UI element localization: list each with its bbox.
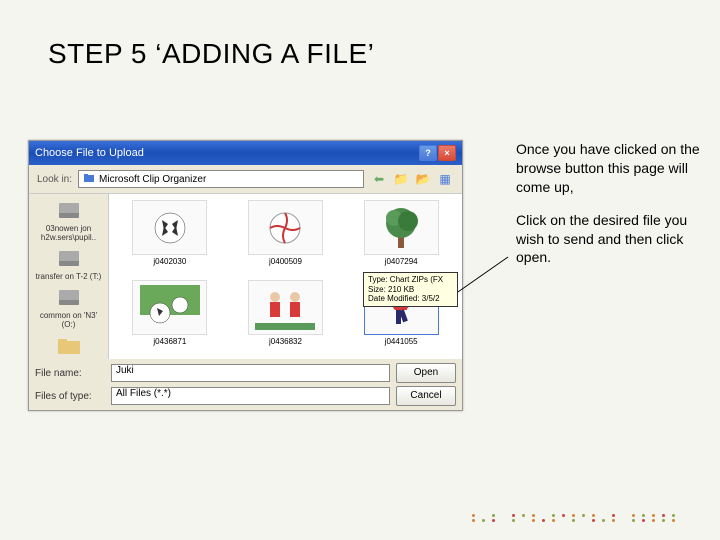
lookin-label: Look in: (37, 174, 72, 185)
filetype-label: Files of type: (35, 391, 105, 402)
slide-title: STEP 5 ‘ADDING A FILE’ (0, 0, 720, 70)
dialog-title: Choose File to Upload (35, 147, 144, 159)
places-sidebar: 03nowen jon h2w.sers\pupil.. transfer on… (29, 194, 109, 359)
file-name: j0407294 (385, 257, 418, 266)
views-icon[interactable]: ▦ (436, 170, 454, 188)
cancel-button[interactable]: Cancel (396, 386, 456, 406)
file-name: j0441055 (385, 337, 418, 346)
help-button[interactable]: ? (419, 145, 437, 161)
decorative-dots-icon (472, 514, 690, 522)
sidebar-item[interactable]: common on 'N3' (O:) (31, 285, 106, 331)
lookin-dropdown[interactable]: Microsoft Clip Organizer (78, 170, 364, 188)
file-item[interactable]: j0402030 (113, 198, 227, 276)
file-list: j0402030 j0400509 j0407294 (109, 194, 462, 359)
file-name: j0436832 (269, 337, 302, 346)
filename-input[interactable]: Juki (111, 364, 390, 382)
close-button[interactable]: × (438, 145, 456, 161)
file-upload-dialog: Choose File to Upload ? × Look in: Micro… (28, 140, 463, 411)
file-item[interactable]: j0407294 (344, 198, 458, 276)
drive-icon (55, 287, 83, 309)
filetype-select[interactable]: All Files (*.*) (111, 387, 390, 405)
thumbnail-icon (132, 200, 207, 255)
new-folder-icon[interactable]: 📂 (414, 170, 432, 188)
folder-icon (55, 335, 83, 357)
sidebar-item[interactable]: transfer on T-2 (T:) (31, 246, 106, 283)
folder-icon (83, 172, 95, 187)
thumbnail-icon (364, 200, 439, 255)
dialog-bottom-bar: File name: Juki Open Files of type: All … (29, 359, 462, 410)
dialog-titlebar: Choose File to Upload ? × (29, 141, 462, 165)
instruction-paragraph: Click on the desired file you wish to se… (516, 211, 711, 268)
instruction-paragraph: Once you have clicked on the browse butt… (516, 140, 711, 197)
sidebar-item[interactable]: Pupils (31, 333, 106, 359)
file-name: j0436871 (153, 337, 186, 346)
filename-label: File name: (35, 368, 105, 379)
open-button[interactable]: Open (396, 363, 456, 383)
sidebar-item-label: 03nowen jon h2w.sers\pupil.. (41, 224, 96, 242)
file-name: j0400509 (269, 257, 302, 266)
file-item[interactable]: j0436871 (113, 278, 227, 356)
tooltip-size: Size: 210 KB (368, 285, 453, 295)
file-item[interactable]: j0400509 (229, 198, 343, 276)
sidebar-item-label: transfer on T-2 (T:) (36, 272, 102, 281)
lookin-value: Microsoft Clip Organizer (99, 174, 206, 185)
drive-icon (55, 200, 83, 222)
tooltip-type: Type: Chart ZIPs (FX (368, 275, 453, 285)
back-icon[interactable]: ⬅ (370, 170, 388, 188)
sidebar-item[interactable]: 03nowen jon h2w.sers\pupil.. (31, 198, 106, 244)
tooltip-date: Date Modified: 3/5/2 (368, 294, 453, 304)
instruction-text: Once you have clicked on the browse butt… (516, 140, 711, 281)
file-name: j0402030 (153, 257, 186, 266)
up-folder-icon[interactable]: 📁 (392, 170, 410, 188)
drive-icon (55, 248, 83, 270)
sidebar-item-label: common on 'N3' (O:) (40, 311, 97, 329)
file-item[interactable]: j0436832 (229, 278, 343, 356)
thumbnail-icon (248, 280, 323, 335)
thumbnail-icon (248, 200, 323, 255)
dialog-toolbar: Look in: Microsoft Clip Organizer ⬅ 📁 📂 … (29, 165, 462, 194)
thumbnail-icon (132, 280, 207, 335)
file-tooltip: Type: Chart ZIPs (FX Size: 210 KB Date M… (363, 272, 458, 307)
